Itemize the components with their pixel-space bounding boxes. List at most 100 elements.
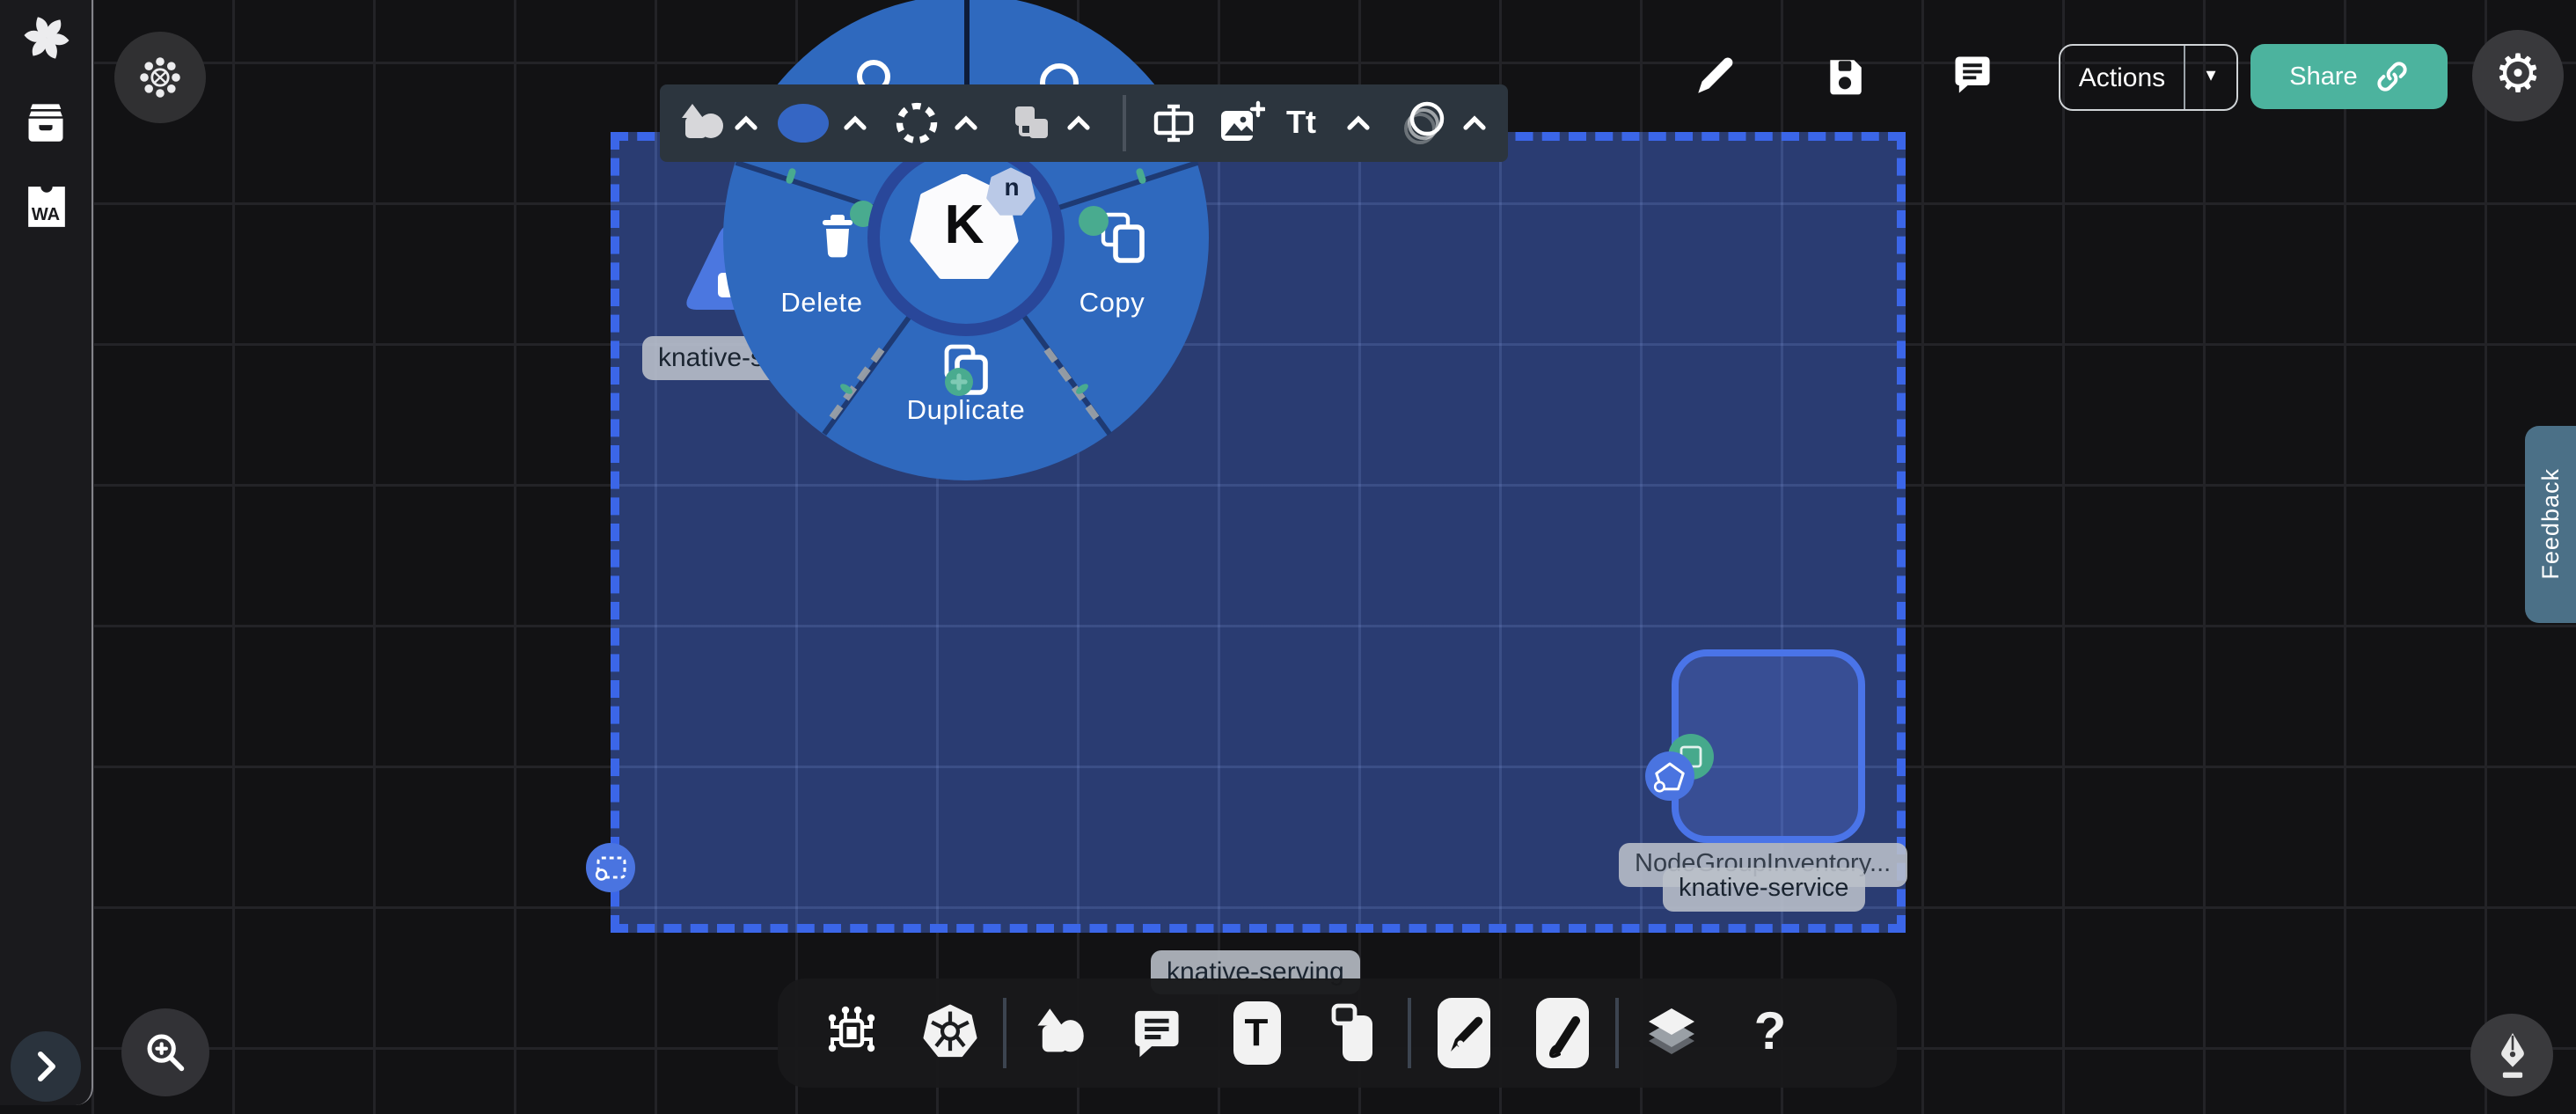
shapes-tool[interactable] <box>1010 1005 1109 1061</box>
pen-tool[interactable] <box>1415 998 1513 1068</box>
dashed-circle-icon <box>894 100 940 146</box>
zoom-button[interactable] <box>121 1008 209 1096</box>
expand-sidebar-button[interactable] <box>11 1031 81 1102</box>
toolbar-divider <box>1123 95 1125 151</box>
duplicate-icon <box>938 341 994 398</box>
webassembly-label: WA <box>24 206 68 225</box>
edit-button[interactable] <box>1693 55 1737 99</box>
pen-icon <box>1443 1005 1485 1061</box>
diagram-canvas[interactable]: knative-s knative-serving NodeGroupInven… <box>0 0 2576 1114</box>
pen-nib-icon <box>2489 1029 2535 1081</box>
pinwheel-logo-icon <box>22 14 70 62</box>
link-icon <box>2375 60 2409 93</box>
label-knative-service: knative-service <box>1663 868 1864 912</box>
text-tool[interactable]: T <box>1207 1001 1306 1065</box>
shapes-icon <box>676 100 725 146</box>
menu-item-copy-label[interactable]: Copy <box>1042 289 1182 320</box>
marker-pencil-icon <box>1541 1005 1584 1061</box>
text-tool-label: T <box>1245 1010 1269 1056</box>
left-sidebar: WA <box>0 0 93 1105</box>
comment-icon <box>1950 51 1995 97</box>
group-squares-icon <box>1010 102 1052 144</box>
help-tool[interactable]: ? <box>1721 1003 1819 1063</box>
fill-color-swatch[interactable] <box>778 104 829 143</box>
replace-image-button[interactable] <box>1218 100 1265 146</box>
toolbar-divider <box>1615 998 1619 1068</box>
resize-width-icon <box>1151 102 1197 144</box>
archive-box-icon <box>23 102 69 144</box>
layers-icon <box>1642 1003 1701 1063</box>
cluster-button[interactable] <box>114 32 206 123</box>
actions-button-label[interactable]: Actions <box>2060 62 2184 92</box>
webassembly-item[interactable]: WA <box>24 185 68 229</box>
architecture-tool[interactable] <box>802 1005 901 1061</box>
card-note-tool[interactable] <box>1306 1001 1404 1065</box>
selection-settings-badge[interactable] <box>586 843 635 892</box>
help-label: ? <box>1754 1003 1787 1063</box>
floppy-save-icon <box>1823 55 1867 99</box>
shape-style-chevron[interactable] <box>734 115 758 131</box>
menu-item-copy[interactable] <box>1086 209 1170 276</box>
shadow-opacity-button[interactable] <box>1399 99 1448 148</box>
comments-button[interactable] <box>1950 51 1995 97</box>
feedback-tab[interactable]: Feedback <box>2525 426 2576 623</box>
radial-context-menu: Delete Copy Duplicate K <box>723 0 1209 480</box>
card-note-icon <box>1327 1001 1383 1065</box>
share-button[interactable]: Share <box>2250 44 2448 109</box>
save-button[interactable] <box>1823 55 1867 99</box>
shapes-icon <box>1031 1005 1087 1061</box>
architecture-network-icon <box>822 1005 882 1061</box>
kubernetes-wheel-icon <box>920 1003 980 1063</box>
opacity-circles-icon <box>1399 99 1448 148</box>
status-dot <box>1079 206 1109 236</box>
chevron-up-icon <box>954 115 978 131</box>
toolbar-divider <box>1003 998 1006 1068</box>
chevron-up-icon <box>1346 115 1371 131</box>
marker-tool[interactable] <box>1513 998 1612 1068</box>
context-toolbar: Tt <box>660 84 1508 162</box>
shape-style-button[interactable] <box>676 100 725 146</box>
fill-color-chevron[interactable] <box>843 115 867 131</box>
stroke-style-chevron[interactable] <box>954 115 978 131</box>
zoom-in-magnifier-icon <box>143 1030 188 1075</box>
shadow-opacity-chevron[interactable] <box>1462 115 1487 131</box>
text-style-chevron[interactable] <box>1346 115 1371 131</box>
menu-item-delete-label[interactable]: Delete <box>751 289 892 320</box>
comment-tool[interactable] <box>1109 1005 1207 1061</box>
chevron-up-icon <box>1462 115 1487 131</box>
archive-library-item[interactable] <box>23 102 69 144</box>
pentagon-icon <box>1652 759 1687 793</box>
actions-button[interactable]: Actions ▾ <box>2059 44 2238 111</box>
chevron-up-icon <box>1066 115 1091 131</box>
node-cluster-flower-icon <box>135 53 185 102</box>
comment-icon <box>1130 1005 1186 1061</box>
share-button-label[interactable]: Share <box>2289 62 2357 91</box>
layers-tool[interactable] <box>1622 1003 1721 1063</box>
group-copy-chevron[interactable] <box>1066 115 1091 131</box>
menu-item-duplicate[interactable] <box>938 341 1001 401</box>
connector-dashed-line <box>830 348 885 420</box>
chevron-up-icon <box>843 115 867 131</box>
connector-dashed-line <box>1044 348 1100 420</box>
chevron-right-icon <box>35 1051 56 1082</box>
radial-menu-hub: K n <box>867 139 1065 336</box>
image-add-icon <box>1218 100 1265 146</box>
dashed-rect-icon <box>594 854 627 881</box>
menu-item-duplicate-label[interactable]: Duplicate <box>887 396 1045 428</box>
pen-mode-button[interactable] <box>2470 1014 2553 1096</box>
pencil-icon <box>1693 55 1737 99</box>
gear-icon: ⚙ <box>2494 49 2542 102</box>
actions-dropdown-arrow[interactable]: ▾ <box>2184 46 2236 109</box>
text-style-button[interactable]: Tt <box>1286 105 1316 142</box>
group-copy-button[interactable] <box>1010 102 1052 144</box>
stroke-style-button[interactable] <box>894 100 940 146</box>
bottom-toolbar: T <box>778 978 1897 1088</box>
app-logo[interactable] <box>22 14 70 62</box>
knative-logo-superscript: n <box>998 172 1026 201</box>
resize-width-button[interactable] <box>1151 102 1197 144</box>
feedback-tab-label[interactable]: Feedback <box>2537 469 2564 581</box>
kubernetes-tool[interactable] <box>901 1003 999 1063</box>
node-badge-pentagon[interactable] <box>1645 751 1694 801</box>
chevron-up-icon <box>734 115 758 131</box>
settings-button[interactable]: ⚙ <box>2472 30 2564 121</box>
